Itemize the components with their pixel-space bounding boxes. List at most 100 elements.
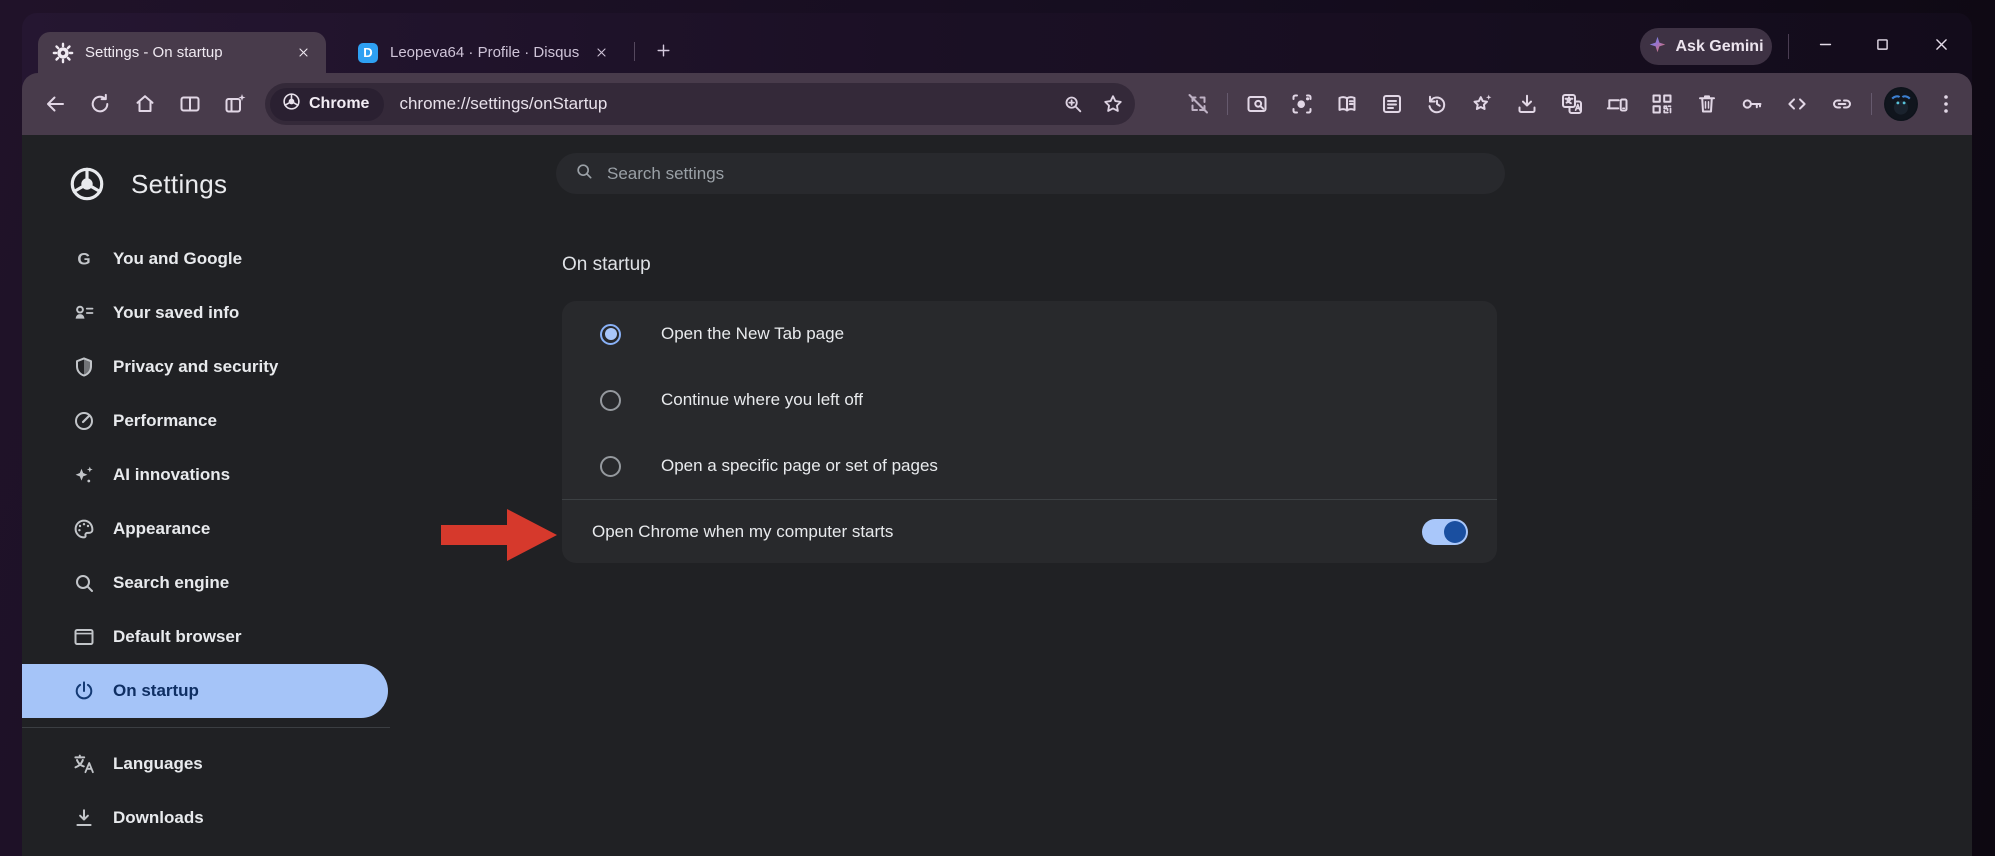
side-panel-sparkle-icon[interactable] — [212, 82, 257, 127]
browser-window-icon — [72, 625, 96, 649]
radio-selected-icon[interactable] — [600, 324, 621, 345]
search-settings-input[interactable]: Search settings — [556, 153, 1505, 194]
settings-page: Settings G You and Google Your saved info P… — [22, 135, 1972, 856]
menu-kebab-icon[interactable] — [1923, 82, 1968, 127]
option-label: Open a specific page or set of pages — [661, 456, 938, 476]
send-to-devices-icon[interactable] — [1594, 82, 1639, 127]
svg-text:G: G — [77, 250, 90, 269]
palette-icon — [72, 517, 96, 541]
toolbar-divider — [1220, 82, 1234, 127]
reload-icon[interactable] — [77, 82, 122, 127]
google-g-icon: G — [72, 247, 96, 271]
speedometer-icon — [72, 409, 96, 433]
address-bar[interactable]: Chrome chrome://settings/onStartup — [265, 83, 1135, 125]
tab-strip: Settings - On startup D Leopeva64 · Prof… — [22, 13, 1972, 73]
sidebar-item-languages[interactable]: Languages — [22, 737, 420, 791]
sidebar-item-label: Languages — [113, 754, 203, 774]
new-tab-button[interactable] — [647, 34, 679, 66]
radio-unselected-icon[interactable] — [600, 390, 621, 411]
ask-gemini-label: Ask Gemini — [1675, 38, 1763, 56]
on-startup-card: Open the New Tab page Continue where you … — [562, 301, 1497, 563]
back-icon[interactable] — [32, 82, 77, 127]
history-icon[interactable] — [1414, 82, 1459, 127]
gemini-sparkle-icon — [1648, 35, 1667, 59]
toggle-knob — [1444, 521, 1466, 543]
minimize-button[interactable] — [1803, 22, 1847, 66]
sidebar-header: Settings — [22, 135, 420, 203]
delete-history-icon[interactable] — [1684, 82, 1729, 127]
shield-icon — [72, 355, 96, 379]
saved-info-icon — [72, 301, 96, 325]
open-chrome-on-boot-row[interactable]: Open Chrome when my computer starts — [562, 500, 1497, 563]
toolbar-divider — [1864, 82, 1878, 127]
search-placeholder: Search settings — [607, 164, 724, 184]
sidebar-item-label: Your saved info — [113, 303, 239, 323]
sidebar-item-label: You and Google — [113, 249, 242, 269]
languages-icon — [72, 752, 96, 776]
tab-close-icon[interactable] — [290, 40, 316, 66]
sidebar-menu: G You and Google Your saved info Privacy an… — [22, 232, 420, 845]
home-icon[interactable] — [122, 82, 167, 127]
download-icon — [72, 806, 96, 830]
tab-settings[interactable]: Settings - On startup — [38, 32, 326, 73]
sidebar-item-default-browser[interactable]: Default browser — [22, 610, 420, 664]
site-chip[interactable]: Chrome — [270, 88, 384, 121]
maximize-button[interactable] — [1860, 22, 1904, 66]
downloads-tray-icon[interactable] — [1504, 82, 1549, 127]
startup-option-row[interactable]: Open the New Tab page — [562, 301, 1497, 367]
sidebar-item-appearance[interactable]: Appearance — [22, 502, 420, 556]
sidebar-item-search-engine[interactable]: Search engine — [22, 556, 420, 610]
url-text[interactable]: chrome://settings/onStartup — [399, 94, 1053, 114]
open-chrome-on-boot-toggle[interactable] — [1422, 519, 1468, 545]
toggle-row-label: Open Chrome when my computer starts — [592, 522, 893, 542]
ai-sparkle-icon — [72, 463, 96, 487]
sidebar-item-downloads[interactable]: Downloads — [22, 791, 420, 845]
settings-main: Search settings On startup Open the New … — [420, 135, 1972, 856]
sidebar-item-label: Privacy and security — [113, 357, 278, 377]
option-label: Open the New Tab page — [661, 324, 844, 344]
startup-option-row[interactable]: Continue where you left off — [562, 367, 1497, 433]
tab-preview-icon[interactable] — [1234, 82, 1279, 127]
sidebar-item-on-startup[interactable]: On startup — [22, 664, 388, 718]
sidebar-item-label: On startup — [113, 681, 199, 701]
lens-icon[interactable] — [1279, 82, 1324, 127]
avatar — [1884, 87, 1918, 121]
sidebar-item-you-and-google[interactable]: G You and Google — [22, 232, 420, 286]
radio-unselected-icon[interactable] — [600, 456, 621, 477]
sidebar-item-label: Appearance — [113, 519, 210, 539]
sidebar-item-your-saved-info[interactable]: Your saved info — [22, 286, 420, 340]
sidebar-item-label: AI innovations — [113, 465, 230, 485]
tab-divider — [634, 42, 635, 61]
passwords-key-icon[interactable] — [1729, 82, 1774, 127]
reading-mode-icon[interactable] — [1324, 82, 1369, 127]
zoom-in-icon[interactable] — [1053, 84, 1093, 124]
extensions-off-icon[interactable] — [1175, 82, 1220, 127]
sidebar-item-label: Performance — [113, 411, 217, 431]
tab-close-icon[interactable] — [588, 40, 614, 66]
translate-icon[interactable] — [1549, 82, 1594, 127]
sidebar-divider — [22, 727, 390, 728]
startup-option-row[interactable]: Open a specific page or set of pages — [562, 433, 1497, 499]
section-title: On startup — [562, 251, 651, 279]
site-chip-label: Chrome — [309, 95, 369, 113]
dev-code-icon[interactable] — [1774, 82, 1819, 127]
toolbar: Chrome chrome://settings/onStartup — [22, 73, 1972, 135]
profile-avatar[interactable] — [1878, 82, 1923, 127]
tab-title: Settings - On startup — [85, 44, 290, 61]
sidebar-item-performance[interactable]: Performance — [22, 394, 420, 448]
sidebar-item-ai-innovations[interactable]: AI innovations — [22, 448, 420, 502]
sidebar-item-label: Downloads — [113, 808, 204, 828]
browser-window: Settings - On startup D Leopeva64 · Prof… — [22, 13, 1972, 856]
bookmark-star-icon[interactable] — [1093, 84, 1133, 124]
tab-disqus[interactable]: D Leopeva64 · Profile · Disqus — [343, 32, 624, 73]
bookmark-sparkle-icon[interactable] — [1459, 82, 1504, 127]
qr-code-icon[interactable] — [1639, 82, 1684, 127]
reading-list-icon[interactable] — [1369, 82, 1414, 127]
ask-gemini-button[interactable]: Ask Gemini — [1640, 28, 1772, 65]
split-view-icon[interactable] — [167, 82, 212, 127]
close-button[interactable] — [1919, 22, 1963, 66]
copy-link-icon[interactable] — [1819, 82, 1864, 127]
sidebar-item-label: Search engine — [113, 573, 229, 593]
sidebar-item-privacy-and-security[interactable]: Privacy and security — [22, 340, 420, 394]
chrome-logo-icon — [282, 92, 301, 116]
